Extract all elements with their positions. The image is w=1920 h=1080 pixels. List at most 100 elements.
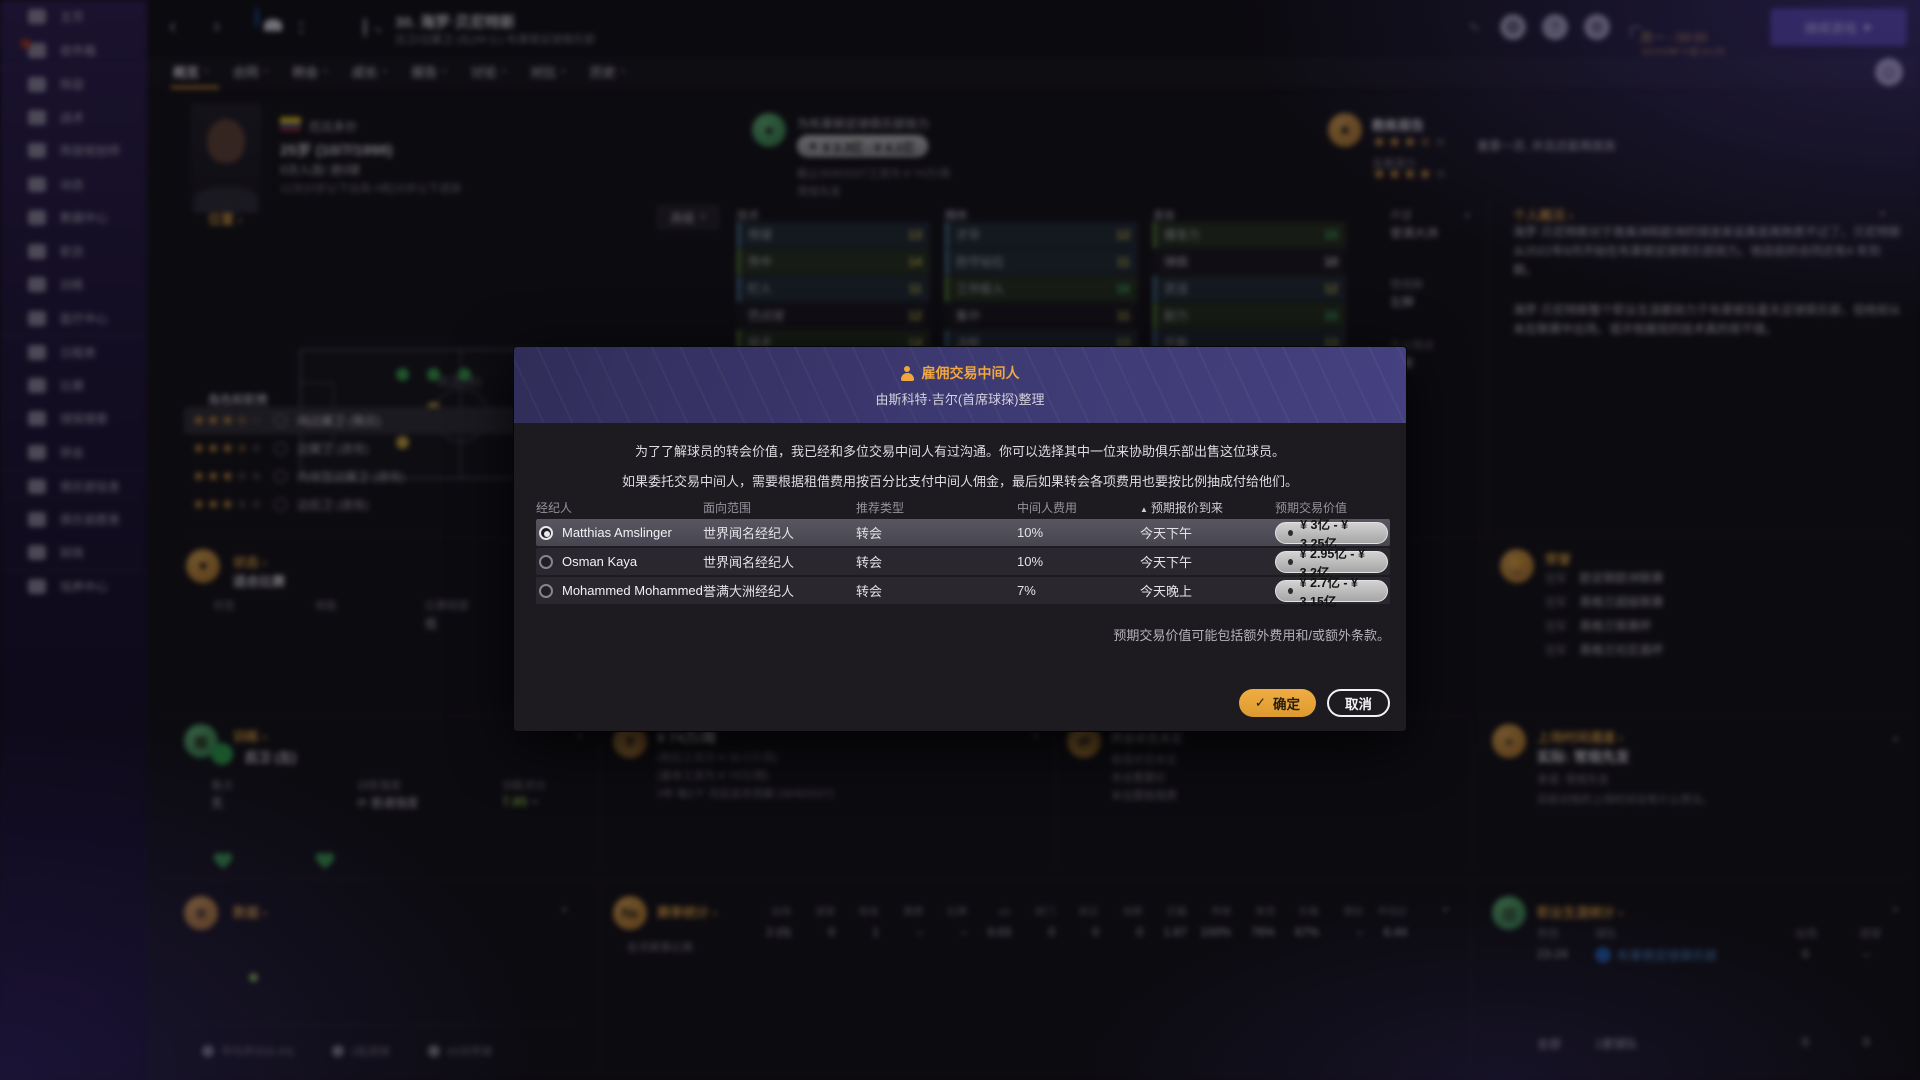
tab[interactable]: 转会 ▾ <box>292 55 328 88</box>
tab[interactable]: 概览 ▾ <box>173 55 209 88</box>
modal-subtitle: 由斯科特·吉尔(首席球探)整理 <box>514 389 1406 408</box>
sidebar-item[interactable]: 转会 <box>0 436 147 470</box>
sidebar-item[interactable]: 日程表 <box>0 335 147 369</box>
tab-label: 合同 <box>233 62 259 81</box>
cancel-label: 取消 <box>1345 693 1372 713</box>
sidebar-item[interactable]: 动态 <box>0 168 147 202</box>
edit-icon[interactable]: ✎ <box>1469 20 1480 36</box>
chevron-down-icon[interactable]: ▾ <box>577 731 582 742</box>
sidebar-item[interactable]: 战术 <box>0 101 147 135</box>
career-stats-header[interactable]: 职业生涯统计 › <box>1537 902 1623 921</box>
col-type[interactable]: 推荐类型 <box>856 499 1017 516</box>
radio-button[interactable] <box>539 584 553 598</box>
condition-header[interactable]: 状态 › <box>233 552 267 571</box>
form-header[interactable]: 数据 › <box>233 902 267 921</box>
legend-icon <box>332 1045 344 1057</box>
tab[interactable]: 历史 ▾ <box>590 55 626 88</box>
tab[interactable]: 合同 ▾ <box>233 55 269 88</box>
attribute-row: 爆发力 15 <box>1153 222 1346 248</box>
sidebar-item-label: 数据中心 <box>60 209 108 226</box>
playing-time-icon: » <box>1492 724 1526 758</box>
agent-table-header: 经纪人 面向范围 推荐类型 中间人费用 ▲预期报价到来 预期交易价值 <box>536 499 1390 516</box>
col-arrival-sorted[interactable]: ▲预期报价到来 <box>1140 499 1275 516</box>
forward-arrow-icon[interactable]: › <box>213 15 220 37</box>
honours-header[interactable]: 荣誉 <box>1545 549 1571 568</box>
search-icon[interactable] <box>363 17 367 38</box>
attribute-row: 工作投入 16 <box>945 276 1138 302</box>
sidebar-item[interactable]: 比赛 <box>0 369 147 403</box>
career-row-year: 23-24 <box>1537 947 1568 961</box>
positions-header[interactable]: 位置 › <box>208 209 242 228</box>
radio-button[interactable] <box>539 526 553 540</box>
chevron-down-icon[interactable]: ▾ <box>1893 735 1898 746</box>
sidebar-item[interactable]: 俱乐部愿景 <box>0 503 147 537</box>
agent-row[interactable]: Osman Kaya 世界闻名经纪人 转会 10% 今天下午 ¥ 2.95亿 -… <box>536 548 1390 575</box>
sidebar-item[interactable]: 俱乐部信息 <box>0 469 147 503</box>
chevron-down-icon[interactable]: ▾ <box>1465 211 1470 222</box>
sharpness-label: 比赛锐度 <box>425 597 469 613</box>
tab[interactable]: 成长 ▾ <box>352 55 388 88</box>
sidebar-item[interactable]: 医疗中心 <box>0 302 147 336</box>
sidebar-item-icon <box>28 579 46 594</box>
chevron-down-icon[interactable]: ▾ <box>1893 905 1898 916</box>
divider <box>1470 885 1471 1071</box>
sidebar-item[interactable]: 阵容 <box>0 67 147 101</box>
sidebar-item-icon <box>28 378 46 393</box>
sidebar-item[interactable]: 训练 <box>0 268 147 302</box>
radio-button[interactable] <box>539 555 553 569</box>
attribute-bar <box>737 222 740 248</box>
season-stat-col: 红牌 <box>923 903 967 918</box>
confirm-button[interactable]: ✓ 确定 <box>1239 689 1316 717</box>
sidebar-item[interactable]: 培养中心 <box>0 570 147 604</box>
sidebar-item-icon <box>28 277 46 292</box>
continue-button[interactable]: 继续游戏 ▶ <box>1770 8 1907 46</box>
tab[interactable]: 对比 ▾ <box>530 55 566 88</box>
chevron-down-icon[interactable]: ▾ <box>1443 905 1448 916</box>
sidebar-item[interactable]: 数据中心 <box>0 201 147 235</box>
help-icon[interactable]: ? <box>1542 14 1568 40</box>
training-focus-value: 无 <box>211 794 223 811</box>
playing-time-header[interactable]: 上场时间通道 › <box>1537 727 1623 746</box>
player-mood-icon[interactable]: ☺ <box>1875 58 1903 86</box>
stars-empty: ★ <box>250 412 264 429</box>
awards-icon[interactable]: ✪ <box>1500 14 1526 40</box>
agent-row[interactable]: Mohammed Mohammed 誉满大洲经纪人 转会 7% 今天晚上 ¥ 2… <box>536 577 1390 604</box>
profile-header[interactable]: 个人概况 › <box>1513 205 1573 224</box>
honour-count: 冠军 <box>1545 573 1567 585</box>
tab[interactable]: 报告 ▾ <box>411 55 447 88</box>
col-scope[interactable]: 面向范围 <box>703 499 856 516</box>
sidebar-item[interactable]: 阵容规划师 <box>0 134 147 168</box>
col-agent[interactable]: 经纪人 <box>536 499 703 516</box>
club-link[interactable]: 布莱顿足球俱乐部 <box>1617 949 1717 963</box>
training-header[interactable]: 训练 › <box>233 726 267 745</box>
chevron-up-icon[interactable]: ▴ <box>299 17 304 27</box>
back-arrow-icon[interactable]: ‹ <box>169 15 176 37</box>
sidebar-item[interactable]: 主页 <box>0 0 147 34</box>
sidebar-item[interactable]: 球探搜索 <box>0 402 147 436</box>
sidebar-item[interactable]: 收件箱 <box>0 34 147 68</box>
attribute-value: 12 <box>1324 282 1338 296</box>
agent-name-cell: Matthias Amslinger <box>536 525 703 540</box>
chevron-down-icon[interactable]: ▾ <box>562 905 567 916</box>
potential-ability-stars: ★★★★★ <box>1372 167 1449 183</box>
training-focus-label: 重点 <box>211 777 233 793</box>
chevron-down-icon: ▾ <box>323 66 328 77</box>
career-row-team[interactable]: 布莱顿足球俱乐部 <box>1595 945 1717 965</box>
chevron-down-icon[interactable]: ▾ <box>1880 209 1885 220</box>
trend-icon: − <box>531 794 539 809</box>
settings-gear-icon[interactable]: ⚙ <box>1584 14 1610 40</box>
col-fee[interactable]: 中间人费用 <box>1017 499 1140 516</box>
sidebar-item[interactable]: 财政 <box>0 536 147 570</box>
cancel-button[interactable]: 取消 <box>1327 689 1390 717</box>
agent-row[interactable]: Matthias Amslinger 世界闻名经纪人 转会 10% 今天下午 ¥… <box>536 519 1390 546</box>
sidebar-item[interactable]: 职员 <box>0 235 147 269</box>
legend-icon <box>202 1045 214 1057</box>
sidebar-item-icon <box>28 110 46 125</box>
prev-next-stepper[interactable]: ▴ ▾ <box>299 17 304 37</box>
tab[interactable]: 讨论 ▾ <box>471 55 507 88</box>
stars-empty: ★★ <box>235 468 264 485</box>
chevron-down-icon[interactable]: ▾ <box>1033 731 1038 742</box>
advanced-dropdown[interactable]: 高级 ▾ <box>657 205 719 229</box>
club-badge-icon[interactable] <box>255 7 259 28</box>
chevron-down-icon[interactable]: ▾ <box>299 27 304 37</box>
